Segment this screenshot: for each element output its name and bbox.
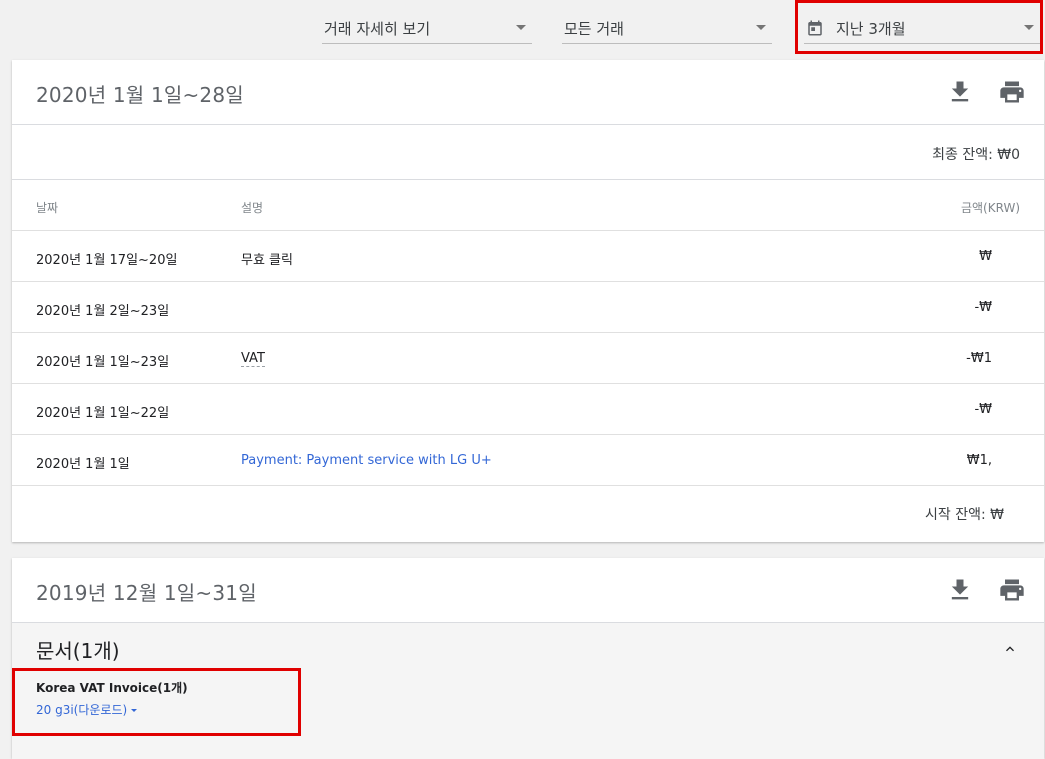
starting-balance: 시작 잔액: ₩: [925, 507, 1004, 523]
view-detail-dropdown-label: 거래 자세히 보기: [324, 20, 431, 38]
table-row: 2020년 1월 2일~23일 -₩: [12, 282, 1044, 333]
statement-card-jan-2020: 2020년 1월 1일~28일 최종 잔액: ₩0 날짜 설명 금액(KRW) …: [12, 60, 1044, 542]
row-description-vat[interactable]: VAT: [241, 351, 265, 367]
row-amount: -₩: [974, 402, 992, 417]
row-amount: ₩1,: [966, 453, 992, 468]
transaction-type-dropdown[interactable]: 모든 거래: [562, 14, 772, 44]
invoice-download-link[interactable]: 20 g3i(다운로드): [36, 701, 138, 718]
row-date: 2020년 1월 1일: [36, 457, 130, 472]
documents-section: 문서(1개) Korea VAT Invoice(1개) 20 g3i(다운로드…: [12, 623, 1044, 759]
table-row: 2020년 1월 1일~22일 -₩: [12, 384, 1044, 435]
statement-card-dec-2019: 2019년 12월 1일~31일 문서(1개) Korea VAT Invoic…: [12, 558, 1044, 759]
ending-balance-row: 최종 잔액: ₩0: [12, 125, 1044, 180]
invoice-download-label: 20 g3i(다운로드): [36, 703, 128, 717]
row-amount: -₩1: [966, 351, 992, 366]
transaction-type-dropdown-label: 모든 거래: [564, 20, 624, 38]
row-amount: -₩: [974, 300, 992, 315]
triangle-down-icon: [131, 709, 138, 712]
triangle-down-icon: [756, 25, 766, 30]
download-icon[interactable]: [946, 576, 974, 604]
print-icon[interactable]: [998, 576, 1026, 604]
row-date: 2020년 1월 1일~23일: [36, 355, 170, 370]
triangle-down-icon: [516, 25, 526, 30]
starting-balance-row: 시작 잔액: ₩: [12, 486, 1044, 536]
row-date: 2020년 1월 1일~22일: [36, 406, 170, 421]
print-icon[interactable]: [998, 78, 1026, 106]
invoice-title: Korea VAT Invoice(1개): [36, 681, 188, 695]
table-row: 2020년 1월 1일 Payment: Payment service wit…: [12, 435, 1044, 486]
column-header-description: 설명: [241, 201, 264, 215]
column-header-amount: 금액(KRW): [960, 201, 1020, 215]
table-header: 날짜 설명 금액(KRW): [12, 180, 1044, 231]
statement-title: 2019년 12월 1일~31일: [36, 581, 257, 605]
row-date: 2020년 1월 17일~20일: [36, 253, 178, 268]
table-row: 2020년 1월 17일~20일 무효 클릭 ₩: [12, 231, 1044, 282]
chevron-up-icon[interactable]: [1002, 641, 1018, 657]
statement-header: 2020년 1월 1일~28일: [12, 60, 1044, 125]
date-range-dropdown[interactable]: 지난 3개월: [804, 14, 1040, 44]
statement-header: 2019년 12월 1일~31일: [12, 558, 1044, 623]
triangle-down-icon: [1024, 25, 1034, 30]
row-amount: ₩: [979, 249, 992, 264]
row-date: 2020년 1월 2일~23일: [36, 304, 170, 319]
payment-link[interactable]: Payment: Payment service with LG U+: [241, 453, 492, 468]
ending-balance: 최종 잔액: ₩0: [932, 147, 1020, 163]
download-icon[interactable]: [946, 78, 974, 106]
documents-title: 문서(1개): [36, 639, 120, 663]
statement-title: 2020년 1월 1일~28일: [36, 83, 244, 107]
row-description: 무효 클릭: [241, 253, 293, 268]
view-detail-dropdown[interactable]: 거래 자세히 보기: [322, 14, 532, 44]
table-row: 2020년 1월 1일~23일 VAT -₩1: [12, 333, 1044, 384]
filter-bar: 거래 자세히 보기 모든 거래 지난 3개월: [0, 0, 1045, 56]
column-header-date: 날짜: [36, 201, 59, 215]
calendar-icon: [806, 19, 824, 37]
